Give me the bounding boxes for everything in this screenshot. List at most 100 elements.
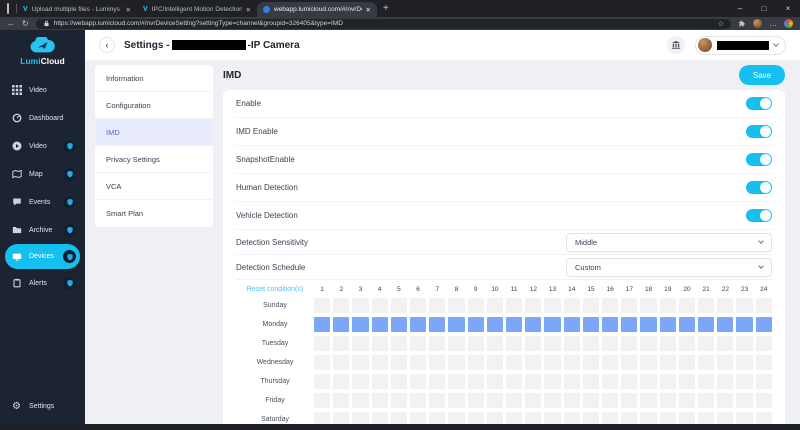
schedule-cell[interactable]	[640, 336, 656, 351]
schedule-cell[interactable]	[429, 317, 445, 332]
schedule-cell[interactable]	[717, 298, 733, 313]
schedule-cell[interactable]	[602, 393, 618, 408]
schedule-cell[interactable]	[679, 374, 695, 389]
schedule-cell[interactable]	[506, 393, 522, 408]
schedule-cell[interactable]	[372, 393, 388, 408]
bookmark-star-icon[interactable]: ☆	[718, 20, 724, 28]
schedule-cell[interactable]	[583, 374, 599, 389]
schedule-cell[interactable]	[429, 355, 445, 370]
schedule-cell[interactable]	[679, 393, 695, 408]
browser-menu-icon[interactable]: …	[769, 19, 777, 28]
browser-refresh-button[interactable]: ↻	[22, 20, 29, 28]
schedule-cell[interactable]	[448, 393, 464, 408]
schedule-cell[interactable]	[333, 336, 349, 351]
schedule-cell[interactable]	[468, 317, 484, 332]
schedule-cell[interactable]	[372, 336, 388, 351]
schedule-cell[interactable]	[679, 355, 695, 370]
schedule-cell[interactable]	[487, 298, 503, 313]
sidebar-item-map[interactable]: Map	[5, 160, 80, 188]
schedule-cell[interactable]	[525, 355, 541, 370]
toggle-switch[interactable]	[746, 125, 772, 138]
schedule-cell[interactable]	[621, 412, 637, 424]
toggle-switch[interactable]	[746, 181, 772, 194]
browser-tab[interactable]: VUpload multiple files - Luminys W✕	[17, 2, 137, 17]
schedule-cell[interactable]	[564, 412, 580, 424]
schedule-cell[interactable]	[736, 336, 752, 351]
schedule-cell[interactable]	[506, 298, 522, 313]
schedule-cell[interactable]	[525, 336, 541, 351]
schedule-cell[interactable]	[564, 298, 580, 313]
schedule-cell[interactable]	[352, 355, 368, 370]
schedule-cell[interactable]	[314, 355, 330, 370]
schedule-cell[interactable]	[314, 374, 330, 389]
schedule-cell[interactable]	[333, 412, 349, 424]
schedule-cell[interactable]	[429, 374, 445, 389]
schedule-cell[interactable]	[391, 336, 407, 351]
schedule-cell[interactable]	[410, 412, 426, 424]
schedule-cell[interactable]	[544, 336, 560, 351]
schedule-cell[interactable]	[640, 393, 656, 408]
schedule-cell[interactable]	[660, 317, 676, 332]
schedule-cell[interactable]	[698, 374, 714, 389]
schedule-cell[interactable]	[525, 393, 541, 408]
browser-profile-avatar[interactable]	[753, 19, 762, 28]
schedule-cell[interactable]	[698, 412, 714, 424]
schedule-cell[interactable]	[717, 393, 733, 408]
schedule-cell[interactable]	[544, 317, 560, 332]
schedule-cell[interactable]	[756, 317, 772, 332]
schedule-cell[interactable]	[544, 298, 560, 313]
schedule-cell[interactable]	[660, 336, 676, 351]
schedule-cell[interactable]	[679, 412, 695, 424]
schedule-cell[interactable]	[756, 412, 772, 424]
schedule-cell[interactable]	[698, 298, 714, 313]
sidebar-item-events[interactable]: Events	[5, 188, 80, 216]
schedule-cell[interactable]	[583, 336, 599, 351]
schedule-cell[interactable]	[372, 317, 388, 332]
toggle-switch[interactable]	[746, 97, 772, 110]
schedule-cell[interactable]	[640, 374, 656, 389]
schedule-cell[interactable]	[333, 355, 349, 370]
tab-overview-icon[interactable]	[0, 4, 16, 13]
schedule-cell[interactable]	[487, 317, 503, 332]
schedule-cell[interactable]	[448, 374, 464, 389]
schedule-cell[interactable]	[352, 374, 368, 389]
schedule-cell[interactable]	[372, 412, 388, 424]
schedule-cell[interactable]	[468, 355, 484, 370]
schedule-cell[interactable]	[756, 298, 772, 313]
schedule-cell[interactable]	[506, 412, 522, 424]
schedule-cell[interactable]	[391, 374, 407, 389]
schedule-cell[interactable]	[468, 298, 484, 313]
schedule-cell[interactable]	[391, 355, 407, 370]
browser-tab[interactable]: VIPC/Intelligent Motion Detection✕	[137, 2, 257, 17]
schedule-cell[interactable]	[602, 317, 618, 332]
close-window-button[interactable]: ×	[776, 4, 800, 13]
schedule-cell[interactable]	[448, 336, 464, 351]
schedule-cell[interactable]	[429, 336, 445, 351]
schedule-cell[interactable]	[544, 355, 560, 370]
schedule-cell[interactable]	[352, 298, 368, 313]
schedule-cell[interactable]	[525, 374, 541, 389]
maximize-button[interactable]: □	[752, 4, 776, 13]
schedule-cell[interactable]	[372, 298, 388, 313]
schedule-cell[interactable]	[487, 336, 503, 351]
schedule-cell[interactable]	[679, 298, 695, 313]
new-tab-button[interactable]: +	[383, 3, 389, 14]
schedule-cell[interactable]	[736, 317, 752, 332]
schedule-cell[interactable]	[679, 336, 695, 351]
schedule-cell[interactable]	[621, 298, 637, 313]
schedule-cell[interactable]	[333, 393, 349, 408]
schedule-cell[interactable]	[352, 393, 368, 408]
schedule-cell[interactable]	[736, 393, 752, 408]
sidebar-item-video[interactable]: Video	[5, 132, 80, 160]
schedule-cell[interactable]	[679, 317, 695, 332]
schedule-cell[interactable]	[391, 298, 407, 313]
settings-tab-smart-plan[interactable]: Smart Plan	[95, 200, 213, 227]
schedule-cell[interactable]	[448, 412, 464, 424]
schedule-cell[interactable]	[717, 336, 733, 351]
schedule-cell[interactable]	[583, 355, 599, 370]
schedule-cell[interactable]	[487, 393, 503, 408]
close-tab-icon[interactable]: ✕	[246, 6, 251, 14]
schedule-cell[interactable]	[756, 355, 772, 370]
schedule-cell[interactable]	[333, 374, 349, 389]
user-menu[interactable]	[695, 36, 786, 55]
